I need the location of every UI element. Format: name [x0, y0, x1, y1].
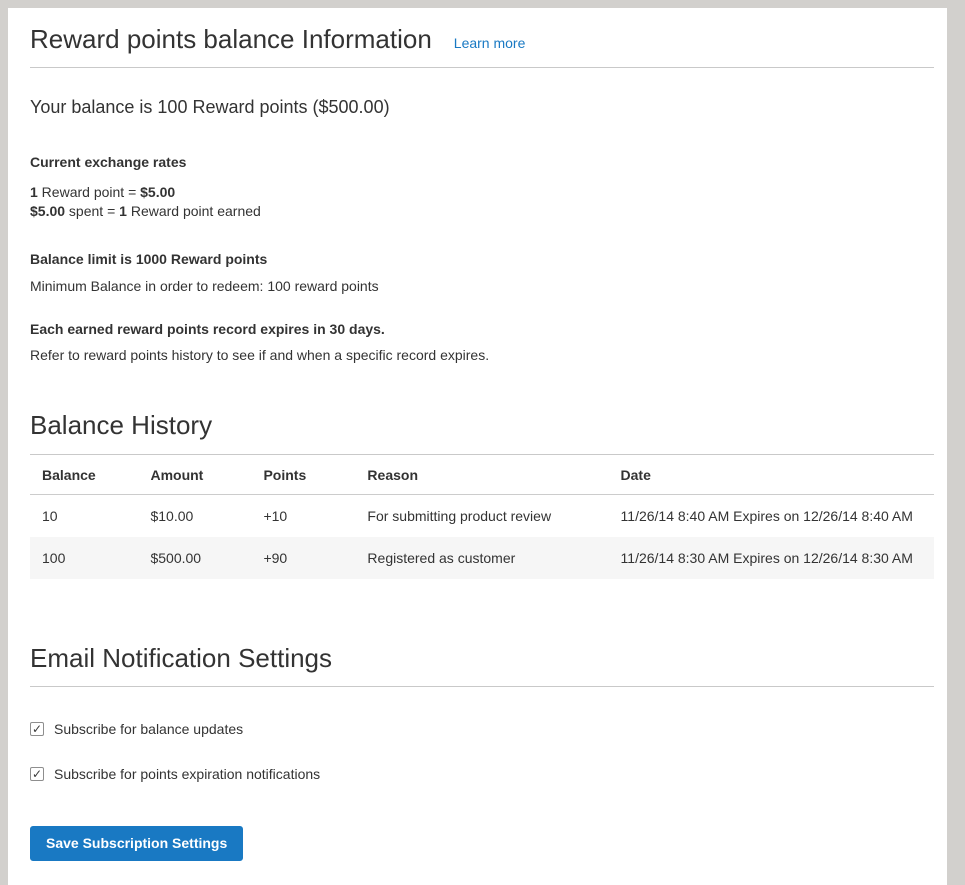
exchange-rates-lines: 1 Reward point = $5.00 $5.00 spent = 1 R… — [30, 183, 934, 221]
cell-points: +10 — [251, 495, 355, 538]
expiry-heading: Each earned reward points record expires… — [30, 321, 934, 337]
balance-history-title: Balance History — [30, 410, 934, 441]
cell-reason: For submitting product review — [355, 495, 608, 538]
page-title: Reward points balance Information — [30, 24, 432, 55]
balance-history-table: Balance Amount Points Reason Date 10 $10… — [30, 455, 934, 579]
minimum-balance-note: Minimum Balance in order to redeem: 100 … — [30, 278, 934, 294]
expiry-note: Refer to reward points history to see if… — [30, 347, 934, 363]
cell-balance: 100 — [30, 537, 138, 579]
email-settings-title: Email Notification Settings — [30, 643, 934, 674]
subscribe-balance-updates-row[interactable]: Subscribe for balance updates — [30, 721, 243, 737]
reward-points-card: Reward points balance Information Learn … — [8, 8, 947, 885]
column-header-balance: Balance — [30, 455, 138, 495]
balance-summary: Your balance is 100 Reward points ($500.… — [30, 97, 934, 118]
table-row: 100 $500.00 +90 Registered as customer 1… — [30, 537, 934, 579]
cell-reason: Registered as customer — [355, 537, 608, 579]
rate1-points: 1 — [30, 184, 38, 200]
cell-points: +90 — [251, 537, 355, 579]
subscribe-expiration-notifications-row[interactable]: Subscribe for points expiration notifica… — [30, 766, 320, 782]
page-header: Reward points balance Information Learn … — [30, 24, 934, 67]
learn-more-link[interactable]: Learn more — [454, 35, 526, 51]
rate2-amount: $5.00 — [30, 203, 65, 219]
column-header-amount: Amount — [138, 455, 251, 495]
column-header-date: Date — [609, 455, 934, 495]
checkbox-label: Subscribe for points expiration notifica… — [54, 766, 320, 782]
rate1-amount: $5.00 — [140, 184, 175, 200]
column-header-points: Points — [251, 455, 355, 495]
email-settings-divider — [30, 686, 934, 687]
cell-balance: 10 — [30, 495, 138, 538]
cell-amount: $10.00 — [138, 495, 251, 538]
checkbox-label: Subscribe for balance updates — [54, 721, 243, 737]
column-header-reason: Reason — [355, 455, 608, 495]
header-divider — [30, 67, 934, 68]
balance-history-header: Balance Amount Points Reason Date — [30, 455, 934, 495]
exchange-rate-line-1: 1 Reward point = $5.00 — [30, 183, 934, 202]
rate2-text: spent = — [65, 203, 119, 219]
rate2-points: 1 — [119, 203, 127, 219]
cell-date: 11/26/14 8:30 AM Expires on 12/26/14 8:3… — [609, 537, 934, 579]
rate2-suffix: Reward point earned — [127, 203, 261, 219]
rate1-text: Reward point = — [38, 184, 140, 200]
cell-amount: $500.00 — [138, 537, 251, 579]
page-background: Reward points balance Information Learn … — [0, 0, 965, 882]
save-subscription-settings-button[interactable]: Save Subscription Settings — [30, 826, 243, 861]
cell-date: 11/26/14 8:40 AM Expires on 12/26/14 8:4… — [609, 495, 934, 538]
exchange-rate-line-2: $5.00 spent = 1 Reward point earned — [30, 202, 934, 221]
table-row: 10 $10.00 +10 For submitting product rev… — [30, 495, 934, 538]
balance-limit-heading: Balance limit is 1000 Reward points — [30, 251, 934, 267]
exchange-rates-heading: Current exchange rates — [30, 154, 934, 170]
